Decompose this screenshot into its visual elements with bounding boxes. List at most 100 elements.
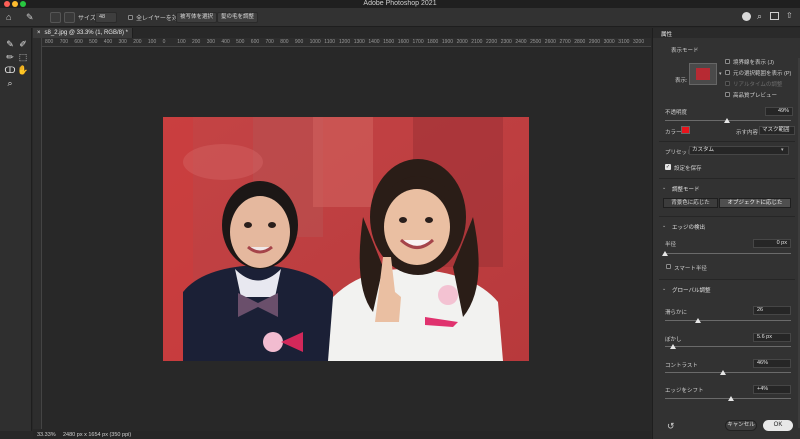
zoom-tool-icon[interactable]: ⌕ (4, 77, 16, 89)
remember-settings-checkbox[interactable]: ✓ (665, 164, 671, 170)
document-tab[interactable]: × s8_2.jpg @ 33.3% (1, RGB/8) * (33, 28, 133, 38)
sample-all-layers-checkbox[interactable] (128, 15, 133, 20)
share-icon[interactable]: ⇧ (786, 11, 793, 20)
preset-chevron-icon[interactable]: ▾ (781, 147, 784, 153)
new-selection-mode-button[interactable] (50, 12, 61, 23)
ruler-tick-label: 1600 (397, 39, 409, 45)
opacity-slider-thumb[interactable] (723, 118, 730, 123)
adjust-mode-header[interactable]: 調整モード (672, 185, 700, 193)
ruler-tick-label: 3100 (618, 39, 630, 45)
refine-edge-brush-icon[interactable]: ✐ (17, 38, 29, 50)
ruler-tick-label: 400 (103, 39, 113, 45)
ruler-tick-label: 1200 (339, 39, 351, 45)
home-icon[interactable]: ⌂ (6, 12, 16, 22)
account-icon[interactable] (742, 12, 751, 21)
ruler-tick-label: 2200 (486, 39, 498, 45)
panel-title[interactable]: 属性 (661, 30, 672, 38)
radius-slider[interactable] (665, 253, 791, 254)
realtime-refinement-checkbox[interactable] (725, 81, 730, 86)
preset-select[interactable]: カスタム (689, 146, 789, 155)
overlay-color-swatch[interactable] (681, 126, 690, 134)
ruler-tick-label: 500 (236, 39, 245, 45)
global-refinements-header[interactable]: グローバル調整 (672, 286, 710, 294)
show-original-checkbox[interactable] (725, 70, 730, 75)
zoom-level[interactable]: 33.33% (37, 431, 56, 439)
quick-selection-tool-icon[interactable]: ✎ (26, 12, 36, 22)
ruler-tick-label: 400 (221, 39, 230, 45)
ruler-tick-label: 600 (74, 39, 83, 45)
realtime-refinement-label: リアルタイムの調整 (733, 82, 783, 88)
status-bar: 33.33% 2480 px x 1654 px (350 ppi) (33, 431, 651, 439)
properties-panel: 属性 表示モード 表示: ▾ 境界線を表示 (J) 元の選択範囲を表示 (P) … (652, 28, 800, 439)
ruler-tick-label: 300 (118, 39, 127, 45)
reset-icon[interactable]: ↺ (667, 421, 675, 432)
ruler-tick-label: 2700 (559, 39, 571, 45)
edge-detection-header[interactable]: エッジの検出 (672, 223, 705, 231)
ruler-tick-label: 800 (45, 39, 54, 45)
contrast-input[interactable]: 46% (753, 359, 791, 368)
shift-edge-label: エッジをシフト (665, 388, 704, 394)
close-tab-icon[interactable]: × (37, 30, 41, 36)
ok-button[interactable]: OK (763, 420, 793, 431)
collapse-chevron-icon[interactable]: ⌄ (662, 286, 666, 292)
display-content-select[interactable]: マスク範囲 (759, 126, 795, 135)
opacity-input[interactable]: 49% (765, 107, 793, 116)
ruler-tick-label: 300 (206, 39, 216, 45)
shift-edge-input[interactable]: +4% (753, 385, 791, 394)
smooth-label: 滑らかに (665, 310, 688, 316)
document-tab-title: s8_2.jpg @ 33.3% (1, RGB/8) * (44, 30, 128, 36)
object-selection-tool-icon[interactable]: ⬚ (17, 51, 29, 63)
feather-slider-thumb[interactable] (669, 344, 676, 349)
high-quality-preview-checkbox[interactable] (725, 92, 730, 97)
feather-slider[interactable] (665, 346, 791, 347)
ruler-tick-label: 3200 (633, 39, 645, 45)
cancel-button[interactable]: キャンセル (725, 420, 757, 431)
ruler-tick-label: 2100 (471, 39, 483, 45)
smart-radius-label: スマート半径 (674, 266, 707, 272)
contrast-label: コントラスト (665, 363, 698, 369)
high-quality-preview-label: 高品質プレビュー (733, 93, 778, 99)
color-aware-button[interactable]: 背景色に応じた (663, 198, 718, 208)
feather-input[interactable]: 5.6 px (753, 333, 791, 342)
ruler-tick-label: 2600 (544, 39, 556, 45)
contrast-slider[interactable] (665, 372, 791, 373)
divider (659, 279, 795, 280)
canvas-image[interactable] (163, 117, 529, 361)
select-subject-button[interactable]: 被写体を選択 (176, 12, 218, 23)
contrast-slider-thumb[interactable] (719, 370, 726, 375)
feather-label: ぼかし (665, 337, 682, 343)
ruler-tick-label: 1000 (309, 39, 321, 45)
ruler-tick-label: 1900 (441, 39, 454, 45)
search-icon[interactable]: ⌕ (757, 11, 762, 22)
ruler-tick-label: 3000 (603, 39, 615, 45)
ruler-tick-label: 2800 (574, 39, 586, 45)
view-mode-dropdown-icon[interactable]: ▾ (719, 71, 722, 77)
smooth-input[interactable]: 26 (753, 306, 791, 315)
add-to-selection-mode-button[interactable] (64, 12, 75, 23)
shift-edge-slider-thumb[interactable] (727, 396, 734, 401)
lasso-tool-icon[interactable]: ↀ (4, 64, 16, 76)
hand-tool-icon[interactable]: ✋ (17, 64, 29, 76)
ruler-tick-label: 2400 (515, 39, 527, 45)
collapse-chevron-icon[interactable]: ⌄ (662, 223, 666, 229)
display-content-label: 示す内容 (736, 130, 759, 136)
view-label: 表示: (675, 78, 688, 84)
smooth-slider[interactable] (665, 320, 791, 321)
smooth-slider-thumb[interactable] (694, 318, 701, 323)
refine-hair-button[interactable]: 髪の毛を調整 (217, 12, 259, 23)
ruler-tick-label: 200 (133, 39, 142, 45)
brush-tool-icon[interactable]: ✏ (4, 51, 16, 63)
quick-selection-brush-icon[interactable]: ✎ (4, 38, 16, 50)
workspace-icon[interactable] (770, 12, 779, 20)
show-edge-checkbox[interactable] (725, 59, 730, 64)
ruler-tick-label: 2500 (530, 39, 542, 45)
view-mode-thumbnail[interactable] (689, 63, 717, 85)
object-aware-button[interactable]: オブジェクトに応じた (719, 198, 791, 208)
app-title: Adobe Photoshop 2021 (363, 0, 437, 7)
collapse-chevron-icon[interactable]: ⌄ (662, 185, 666, 191)
radius-input[interactable]: 0 px (753, 239, 791, 248)
radius-slider-thumb[interactable] (662, 251, 668, 256)
brush-size-input[interactable]: 48 (95, 12, 117, 23)
ruler-tick-label: 2300 (500, 39, 512, 45)
smart-radius-checkbox[interactable] (666, 264, 671, 269)
